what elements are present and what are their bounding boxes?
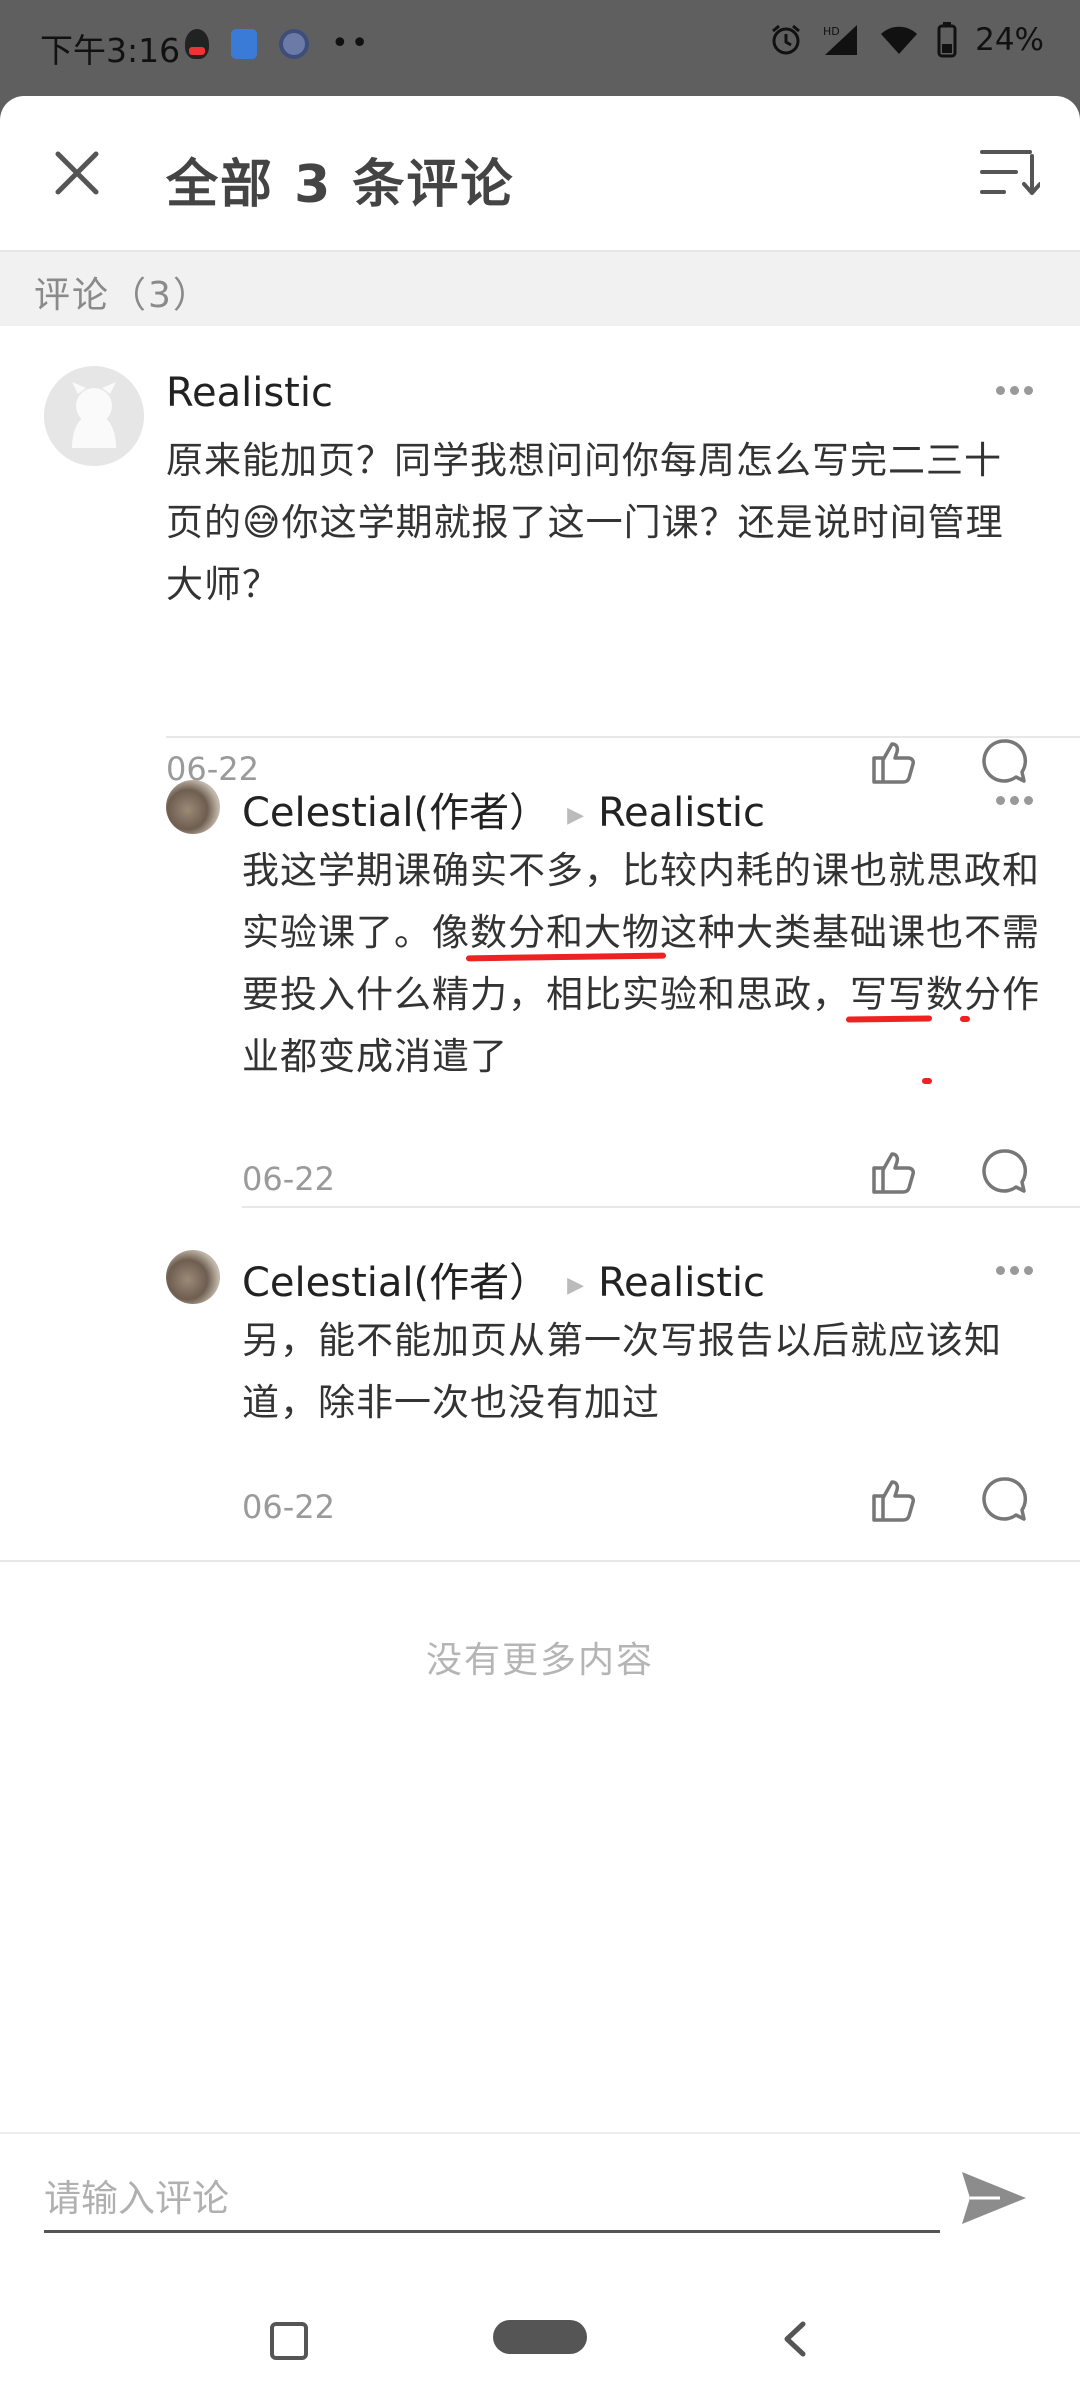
comment-text: 我这学期课确实不多，比较内耗的课也就思政和实验课了。像数分和大物这种大类基础课也… [242,840,1042,1088]
divider [242,1206,1080,1208]
battery-percent: 24% [975,22,1044,58]
more-options-icon[interactable] [996,380,1044,400]
comment-text: 另，能不能加页从第一次写报告以后就应该知道，除非一次也没有加过 [242,1319,1002,1424]
alarm-icon [772,24,801,55]
sort-icon[interactable] [980,146,1040,198]
comment-input[interactable] [44,2166,940,2233]
avatar[interactable] [166,780,220,834]
status-right: HD 24% [769,22,1044,58]
more-options-icon[interactable] [996,790,1044,810]
reply-target: Realistic [598,790,766,836]
reply-icon[interactable] [978,736,1030,788]
like-icon[interactable] [868,736,920,788]
battery-icon [937,22,957,58]
underlined-text: 写写 [850,973,926,1016]
comments-sheet: 全部 3 条评论 评论（3） Realistic 原来能加页？同学我想问问你每周… [0,96,1080,2400]
wifi-icon [881,26,918,54]
comment-author[interactable]: Celestial(作者） ▶ Realistic [242,1250,765,1308]
reply-icon[interactable] [978,1146,1030,1198]
avatar[interactable] [44,366,144,466]
reply-target: Realistic [598,1260,766,1306]
recents-button[interactable] [270,2322,308,2360]
home-button[interactable] [493,2320,587,2354]
status-bar: 下午3:16 •• HD 24% [0,0,1080,90]
signal-icon: HD [823,25,858,55]
status-time: 下午3:16 [40,31,181,70]
reply-arrow-icon: ▶ [567,1272,585,1298]
reply-arrow-icon: ▶ [567,802,585,828]
default-avatar-icon [44,366,144,466]
comment-text-part: 你这学期就报了这一门课？还是说时间管理大师？ [166,501,1004,606]
notification-icons: •• [185,26,370,61]
comment-text-part: 了 [470,1035,508,1078]
comment-text-part: 这种大类基础课也 [660,911,964,954]
author-name: Celestial(作者） [242,1260,550,1306]
no-more-content: 没有更多内容 [425,1640,654,1681]
sweat-smile-emoji: 😅 [242,501,282,544]
section-label: 评论（3） [34,275,211,316]
comment-author[interactable]: Realistic [166,370,333,416]
page-title: 全部 3 条评论 [166,155,515,215]
hd-badge: HD [823,25,840,38]
comment-input-bar [0,2132,1080,2304]
divider [166,736,1080,738]
system-nav-bar [0,2302,1080,2400]
close-icon[interactable] [52,148,102,198]
author-name: Celestial(作者） [242,790,550,836]
more-options-icon[interactable] [996,1260,1044,1280]
avatar[interactable] [166,1250,220,1304]
send-icon[interactable] [958,2166,1030,2230]
reply-icon[interactable] [978,1474,1030,1526]
like-icon[interactable] [868,1146,920,1198]
underlined-text: 数分和大物 [470,911,660,954]
section-bar: 评论（3） [0,252,1080,326]
app-notification-icon-2 [279,28,309,59]
comment-text: 原来能加页？同学我想问问你每周怎么写完二三十页的😅你这学期就报了这一门课？还是说… [166,430,1036,616]
comment-date: 06-22 [242,1160,335,1198]
divider [0,1560,1080,1562]
comment-author[interactable]: Celestial(作者） ▶ Realistic [242,780,765,838]
comment-date: 06-22 [242,1488,335,1526]
back-icon[interactable] [775,2318,815,2360]
qq-icon [185,28,209,59]
more-notifications-icon: •• [331,26,371,61]
app-notification-icon [231,28,257,59]
comment-text-part: ，相比实验和思政， [508,973,850,1016]
like-icon[interactable] [868,1474,920,1526]
sheet-header: 全部 3 条评论 [0,96,1080,252]
